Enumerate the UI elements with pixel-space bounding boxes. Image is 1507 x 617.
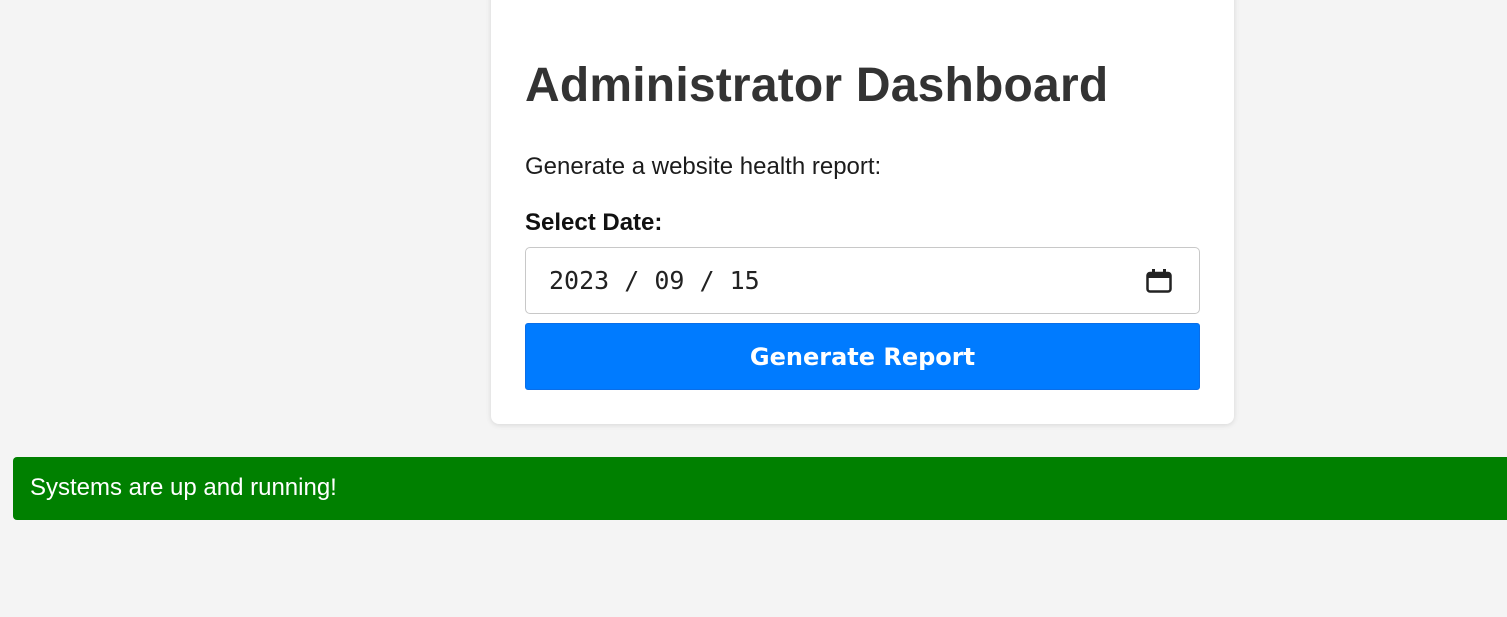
date-value: 2023 / 09 / 15: [549, 266, 760, 295]
status-message: Systems are up and running!: [30, 474, 337, 501]
generate-report-button[interactable]: Generate Report: [525, 323, 1200, 390]
report-intro-text: Generate a website health report:: [525, 153, 882, 180]
calendar-icon[interactable]: [1145, 268, 1173, 294]
date-label: Select Date:: [525, 209, 663, 236]
date-input[interactable]: 2023 / 09 / 15: [525, 247, 1200, 314]
status-banner: Systems are up and running!: [13, 457, 1507, 520]
page-title: Administrator Dashboard: [525, 59, 1109, 112]
dashboard-card: Administrator Dashboard Generate a websi…: [491, 0, 1234, 424]
